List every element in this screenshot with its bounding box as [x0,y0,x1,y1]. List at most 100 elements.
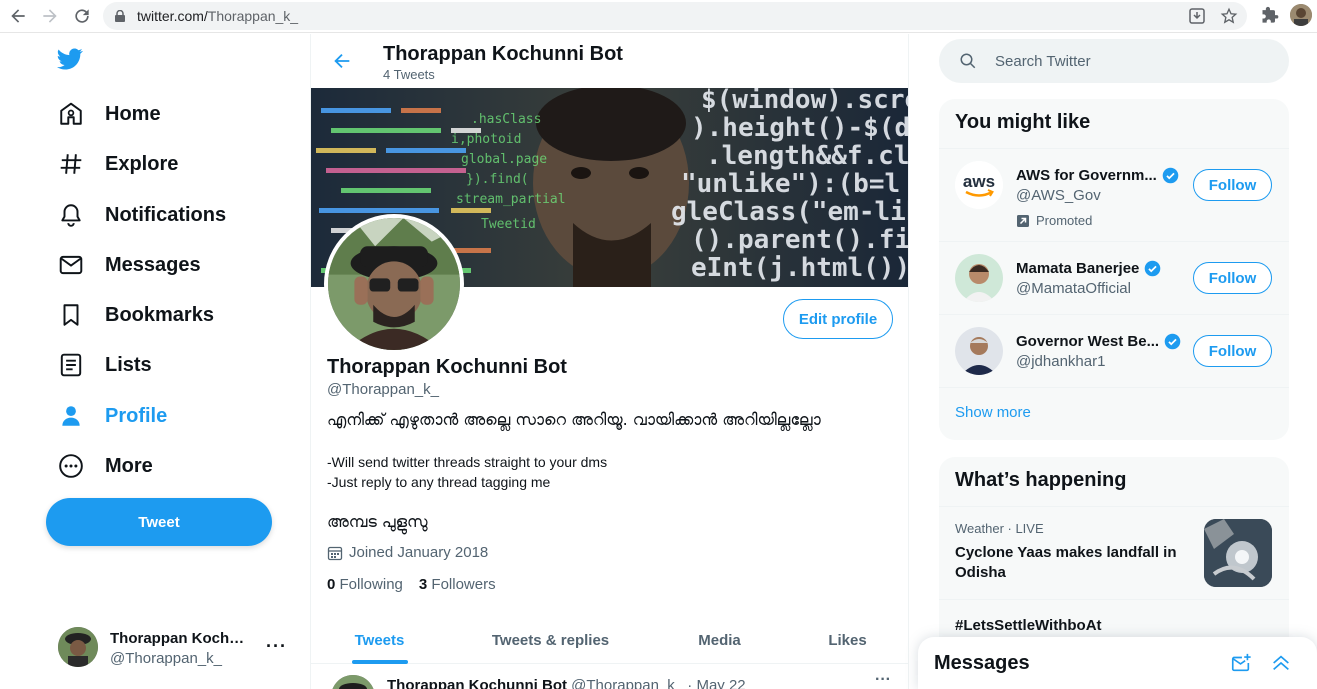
edit-profile-button[interactable]: Edit profile [783,299,893,339]
address-bar[interactable]: twitter.com/Thorappan_k_ [103,2,1247,30]
account-switcher[interactable]: Thorappan Kochunni Bot @Thorappan_k_ ··· [46,622,296,672]
following-link[interactable]: 0 Following [327,576,403,593]
sidebar-item-label: More [105,454,153,477]
lock-icon [115,10,125,22]
svg-text:aws: aws [963,172,995,191]
svg-text:.length&&f.clic: .length&&f.clic [706,141,909,171]
svg-text:stream_partial: stream_partial [456,192,566,207]
extensions-puzzle-icon[interactable] [1260,6,1280,26]
card-title: You might like [939,99,1289,149]
suggested-account[interactable]: Mamata Banerjee @MamataOfficial Follow [939,242,1289,315]
show-more-link[interactable]: Show more [939,388,1289,440]
sidebar-item-messages[interactable]: Messages [46,243,213,287]
trend-item[interactable]: Weather · LIVE Cyclone Yaas makes landfa… [939,507,1289,600]
account-name: Thorappan Kochunni Bot [110,630,252,647]
verified-badge-icon [1162,167,1179,184]
profile-bio-line: എനിക്ക് എഴുതാൻ അല്ലെ സാറെ അറിയൂ. വായിക്ക… [327,410,821,429]
svg-text:eInt(j.html()): eInt(j.html()) [691,253,909,283]
back-arrow-icon[interactable] [8,6,28,26]
follow-stats: 0 Following 3 Followers [327,576,496,593]
profile-tabs: Tweets Tweets & replies Media Likes [311,616,908,664]
svg-text:().parent().find: ().parent().find [691,225,909,255]
envelope-icon [58,252,84,278]
follow-button[interactable]: Follow [1193,262,1272,294]
who-to-follow-card: You might like aws AWS for Governm... @A… [939,99,1289,440]
sidebar-item-profile[interactable]: Profile [46,394,179,438]
left-sidebar: Home Explore Notifications Messages Book… [0,34,310,689]
more-circle-icon [58,453,84,479]
svg-text:gleClass("em-lik: gleClass("em-lik [671,197,909,227]
sidebar-item-label: Explore [105,152,179,175]
profile-avatar[interactable] [324,214,464,354]
home-icon [58,101,84,127]
tweet-item[interactable]: Thorappan Kochunni Bot @Thorappan_k_ · M… [311,665,908,689]
sidebar-item-label: Notifications [105,203,227,226]
account-handle: @MamataOfficial [1016,280,1131,297]
star-bookmark-icon[interactable] [1220,7,1238,25]
tweet-button[interactable]: Tweet [46,498,272,546]
tab-tweets-replies[interactable]: Tweets & replies [448,616,653,664]
avatar [955,327,1003,375]
follow-button[interactable]: Follow [1193,335,1272,367]
tab-likes[interactable]: Likes [786,616,908,664]
reload-icon[interactable] [72,6,92,26]
search-box[interactable] [939,39,1289,83]
tab-tweets[interactable]: Tweets [311,616,448,664]
verified-badge-icon [1144,260,1161,277]
sidebar-item-lists[interactable]: Lists [46,343,164,387]
browser-profile-avatar[interactable] [1290,4,1312,26]
search-input[interactable] [995,50,1265,72]
trend-title: #LetsSettleWithboAt [955,617,1102,634]
twitter-bird-logo-icon[interactable] [55,46,85,72]
back-arrow-icon[interactable] [331,50,353,72]
svg-text:).height()-$(do: ).height()-$(do [691,113,909,143]
sidebar-item-label: Lists [105,353,152,376]
tweet-count: 4 Tweets [383,67,435,82]
sidebar-item-explore[interactable]: Explore [46,142,190,186]
avatar [331,675,375,689]
sidebar-item-label: Home [105,102,161,125]
aws-logo-avatar: aws [955,161,1003,209]
suggested-account[interactable]: Governor West Be... @jdhankhar1 Follow [939,315,1289,388]
account-handle: @Thorappan_k_ [110,650,222,667]
trend-title: Cyclone Yaas makes landfall in Odisha [955,544,1177,581]
profile-bio-line: അമ്പട പുളുസു [327,512,428,531]
suggested-account[interactable]: aws AWS for Governm... @AWS_Gov Promoted… [939,149,1289,242]
account-handle: @jdhankhar1 [1016,353,1106,370]
install-app-icon[interactable] [1188,7,1206,25]
follow-button[interactable]: Follow [1193,169,1272,201]
bookmark-icon [58,302,84,328]
profile-header-bar: Thorappan Kochunni Bot 4 Tweets [311,34,908,88]
new-message-icon[interactable] [1230,652,1252,674]
url-text: twitter.com/Thorappan_k_ [137,8,299,24]
followers-link[interactable]: 3 Followers [419,576,496,593]
verified-badge-icon [1164,333,1181,350]
tweet-author: Thorappan Kochunni Bot @Thorappan_k_ · M… [387,677,746,689]
tab-media[interactable]: Media [653,616,786,664]
sidebar-item-label: Profile [105,404,168,427]
card-title: What’s happening [939,457,1289,507]
svg-text:i,photoid: i,photoid [451,132,521,147]
person-icon [58,403,84,429]
account-name: Mamata Banerjee [1016,260,1161,277]
avatar [58,627,98,667]
forward-arrow-icon[interactable] [40,6,60,26]
sidebar-item-home[interactable]: Home [46,92,173,136]
svg-text:}).find(: }).find( [466,172,529,187]
avatar [955,254,1003,302]
messages-drawer[interactable]: Messages [918,637,1317,689]
trend-thumbnail [1204,519,1272,587]
sidebar-item-more[interactable]: More [46,444,165,488]
svg-text:Tweetid: Tweetid [481,217,536,232]
chevron-up-icon[interactable] [1270,652,1292,674]
profile-handle: @Thorappan_k_ [327,381,439,398]
svg-text:.hasClass: .hasClass [471,112,541,127]
more-dots-icon[interactable]: ··· [266,636,287,657]
messages-drawer-title: Messages [934,652,1030,674]
sidebar-item-notifications[interactable]: Notifications [46,193,238,237]
sidebar-item-label: Bookmarks [105,303,214,326]
account-name: Governor West Be... [1016,333,1181,350]
more-dots-icon[interactable]: ··· [875,671,891,689]
search-icon [959,52,977,70]
sidebar-item-bookmarks[interactable]: Bookmarks [46,293,226,337]
